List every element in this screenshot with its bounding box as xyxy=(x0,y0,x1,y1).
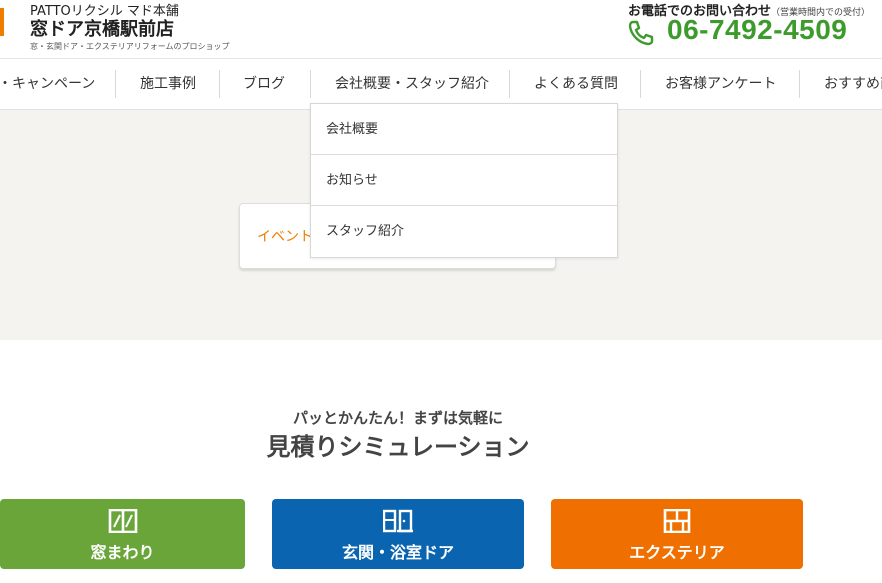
exterior-estimate-label: エクステリア xyxy=(629,543,725,562)
nav-divider xyxy=(310,70,311,98)
door-icon xyxy=(383,509,413,533)
event-tab-label: イベント xyxy=(257,229,313,245)
site-header: PATTOリクシル マド本舗 窓ドア京橋駅前店 窓・玄関ドア・エクステリアリフォ… xyxy=(0,0,882,58)
window-icon xyxy=(108,509,137,533)
nav-item-faq[interactable]: よくある質問 xyxy=(534,59,618,109)
nav-item-blog[interactable]: ブログ xyxy=(243,59,285,109)
door-estimate-button[interactable]: 玄関・浴室ドア xyxy=(272,499,524,569)
nav-divider xyxy=(640,70,641,98)
exterior-estimate-button[interactable]: エクステリア xyxy=(551,499,803,569)
nav-item-campaign[interactable]: ・キャンペーン xyxy=(0,59,95,109)
exterior-icon xyxy=(663,509,691,533)
nav-divider xyxy=(509,70,510,98)
nav-divider xyxy=(219,70,220,98)
dropdown-item-staff[interactable]: スタッフ紹介 xyxy=(311,206,617,257)
nav-item-recommended[interactable]: おすすめ商 xyxy=(824,59,882,109)
nav-divider xyxy=(799,70,800,98)
dropdown-item-company[interactable]: 会社概要 xyxy=(311,104,617,155)
window-estimate-label: 窓まわり xyxy=(90,543,155,562)
nav-item-survey[interactable]: お客様アンケート xyxy=(665,59,776,109)
window-estimate-button[interactable]: 窓まわり xyxy=(0,499,245,569)
phone-icon xyxy=(628,20,654,46)
brand-tagline: 窓・玄関ドア・エクステリアリフォームのプロショップ xyxy=(30,42,230,51)
dropdown-item-news[interactable]: お知らせ xyxy=(311,155,617,206)
nav-item-company-staff[interactable]: 会社概要・スタッフ紹介 xyxy=(335,59,489,109)
nav-divider xyxy=(115,70,116,98)
company-dropdown-menu: 会社概要 お知らせ スタッフ紹介 xyxy=(310,103,618,258)
door-estimate-label: 玄関・浴室ドア xyxy=(341,543,454,562)
store-name[interactable]: 窓ドア京橋駅前店 xyxy=(30,15,174,41)
logo-mark xyxy=(0,8,4,36)
nav-item-works[interactable]: 施工事例 xyxy=(140,59,196,109)
simulation-subtitle: パッとかんたん！まずは気軽に xyxy=(292,409,503,427)
tel-number[interactable]: 06-7492-4509 xyxy=(667,14,847,46)
simulation-title: 見積りシミュレーション xyxy=(266,433,530,461)
